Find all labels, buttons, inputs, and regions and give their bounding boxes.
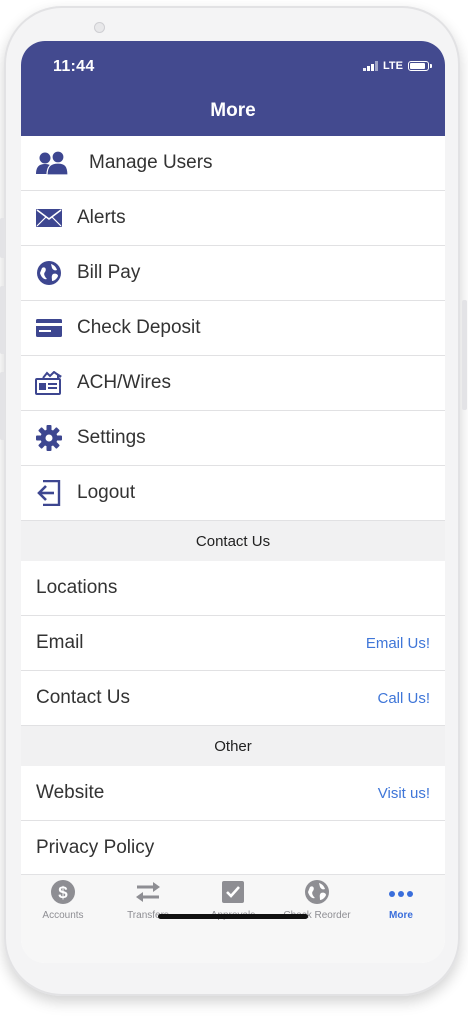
envelope-icon bbox=[35, 204, 63, 232]
status-icons: LTE bbox=[363, 60, 432, 72]
globe-icon bbox=[304, 879, 330, 910]
dollar-coin-icon: $ bbox=[51, 879, 75, 909]
menu-item-logout[interactable]: Logout bbox=[21, 466, 445, 521]
menu-item-label: Bill Pay bbox=[77, 262, 141, 283]
volume-button bbox=[0, 218, 5, 258]
contact-item-label: Locations bbox=[36, 577, 118, 598]
menu-item-alerts[interactable]: Alerts bbox=[21, 191, 445, 246]
tab-accounts[interactable]: $ Accounts bbox=[21, 879, 105, 921]
visit-us-link[interactable]: Visit us! bbox=[378, 785, 430, 802]
menu-item-label: Logout bbox=[77, 482, 136, 503]
camera bbox=[94, 22, 105, 33]
menu-list: Manage Users Alerts Bill Pay Check Depos… bbox=[21, 136, 445, 876]
home-indicator[interactable] bbox=[158, 914, 308, 919]
menu-item-label: Settings bbox=[77, 427, 146, 448]
tab-label: Accounts bbox=[42, 910, 84, 921]
check-card-icon bbox=[35, 314, 63, 342]
other-item-label: Privacy Policy bbox=[36, 837, 155, 858]
section-header-label: Contact Us bbox=[195, 532, 271, 550]
contact-item-label: Contact Us bbox=[36, 687, 130, 708]
section-header-other: Other bbox=[21, 726, 445, 766]
users-icon bbox=[35, 149, 69, 177]
screen: 11:44 LTE More Manage Users Alerts Bill … bbox=[21, 41, 445, 963]
other-item-label: Website bbox=[36, 782, 105, 803]
menu-item-check-deposit[interactable]: Check Deposit bbox=[21, 301, 445, 356]
other-item-website[interactable]: Website Visit us! bbox=[21, 766, 445, 821]
transfer-arrows-icon bbox=[134, 881, 162, 908]
menu-item-settings[interactable]: Settings bbox=[21, 411, 445, 466]
battery-icon bbox=[408, 61, 432, 71]
power-button bbox=[462, 300, 467, 410]
ach-wires-icon bbox=[35, 369, 63, 397]
globe-icon bbox=[35, 259, 63, 287]
network-label: LTE bbox=[383, 60, 403, 72]
menu-item-label: Manage Users bbox=[89, 152, 213, 173]
menu-item-ach-wires[interactable]: ACH/Wires bbox=[21, 356, 445, 411]
contact-item-email[interactable]: Email Email Us! bbox=[21, 616, 445, 671]
tab-label: More bbox=[389, 910, 413, 921]
contact-item-label: Email bbox=[36, 632, 84, 653]
status-time: 11:44 bbox=[53, 58, 95, 75]
menu-item-bill-pay[interactable]: Bill Pay bbox=[21, 246, 445, 301]
call-us-link[interactable]: Call Us! bbox=[377, 690, 430, 707]
volume-button bbox=[0, 286, 5, 354]
svg-text:$: $ bbox=[58, 883, 68, 902]
menu-item-label: ACH/Wires bbox=[77, 372, 171, 393]
header: 11:44 LTE More bbox=[21, 41, 445, 136]
page-title: More bbox=[210, 100, 256, 121]
contact-item-locations[interactable]: Locations bbox=[21, 561, 445, 616]
tab-more[interactable]: More bbox=[359, 881, 443, 921]
more-dots-icon bbox=[388, 885, 414, 903]
contact-item-contact-us[interactable]: Contact Us Call Us! bbox=[21, 671, 445, 726]
email-us-link[interactable]: Email Us! bbox=[366, 635, 430, 652]
volume-button bbox=[0, 372, 5, 440]
other-item-privacy-policy[interactable]: Privacy Policy bbox=[21, 821, 445, 876]
section-header-contact-us: Contact Us bbox=[21, 521, 445, 561]
checkbox-icon bbox=[222, 880, 244, 908]
logout-icon bbox=[35, 479, 63, 507]
menu-item-manage-users[interactable]: Manage Users bbox=[21, 136, 445, 191]
menu-item-label: Check Deposit bbox=[77, 317, 201, 338]
gear-icon bbox=[35, 424, 63, 452]
menu-item-label: Alerts bbox=[77, 207, 126, 228]
signal-icon bbox=[363, 61, 379, 71]
section-header-label: Other bbox=[214, 737, 252, 755]
